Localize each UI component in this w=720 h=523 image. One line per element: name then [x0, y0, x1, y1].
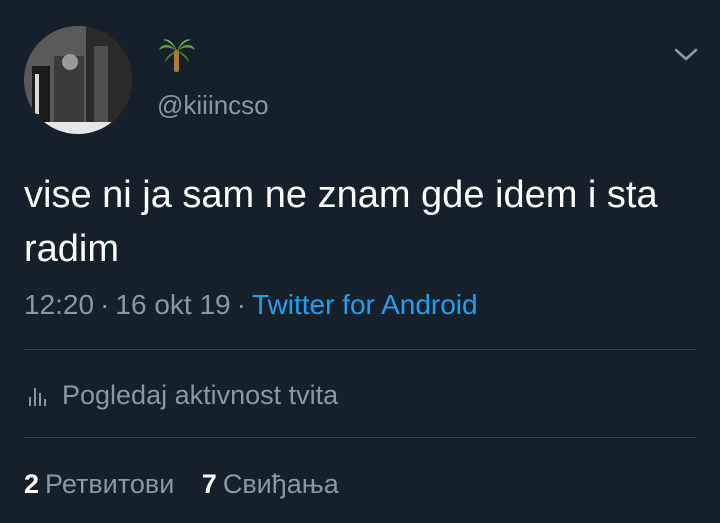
- avatar[interactable]: [24, 26, 132, 134]
- tweet-text: vise ni ja sam ne znam gde idem i sta ra…: [24, 174, 658, 270]
- likes-label: Свиђања: [222, 469, 339, 499]
- divider: [24, 349, 696, 350]
- meta-separator: ·: [236, 289, 246, 320]
- display-name[interactable]: [157, 38, 197, 74]
- likes-stat[interactable]: 7 Свиђања: [202, 469, 339, 499]
- tweet-stats: 2 Ретвитови 7 Свиђања: [24, 467, 359, 501]
- retweets-label: Ретвитови: [45, 469, 175, 499]
- tweet-source-link[interactable]: Twitter for Android: [252, 289, 478, 320]
- retweets-count: 2: [24, 469, 40, 499]
- view-activity-label: Pogledaj aktivnost tvita: [62, 379, 339, 410]
- divider: [24, 437, 696, 438]
- chevron-down-icon[interactable]: [672, 42, 700, 66]
- palm-tree-icon: [159, 39, 195, 72]
- view-activity-button[interactable]: Pogledaj aktivnost tvita: [28, 378, 338, 412]
- likes-count: 7: [201, 469, 217, 499]
- tweet-card: @kiiincso vise ni ja sam ne znam gde ide…: [0, 0, 720, 523]
- handle[interactable]: @kiiincso: [157, 90, 269, 120]
- retweets-stat[interactable]: 2 Ретвитови: [24, 469, 174, 499]
- avatar-photo: [24, 26, 132, 134]
- bar-chart-icon: [29, 388, 46, 406]
- meta-separator: ·: [100, 289, 110, 320]
- tweet-meta: 12:20 · 16 okt 19 · Twitter for Android: [24, 288, 478, 322]
- tweet-time[interactable]: 12:20: [24, 289, 94, 320]
- tweet-date[interactable]: 16 okt 19: [115, 289, 230, 320]
